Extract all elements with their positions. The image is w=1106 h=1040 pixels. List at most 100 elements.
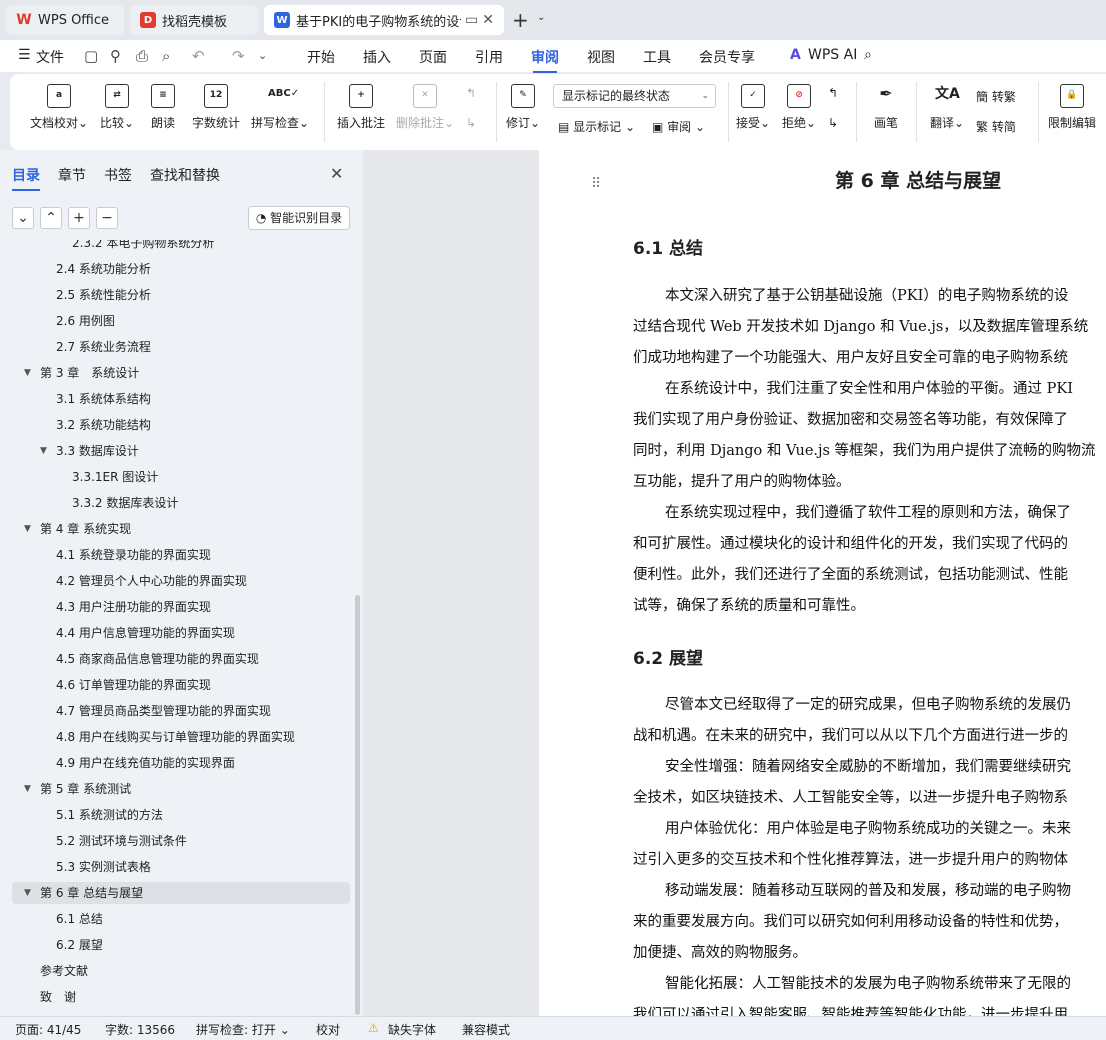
toc-scrollbar[interactable] <box>355 595 360 1015</box>
menu-file[interactable]: 文件 <box>36 47 64 67</box>
review-pane-button[interactable]: ▣ 审阅 ⌄ <box>652 118 705 135</box>
menu-tab-reference[interactable]: 引用 <box>475 47 503 67</box>
toc-item[interactable]: 4.8 用户在线购买与订单管理功能的界面实现 <box>12 726 350 748</box>
doc-check-button[interactable]: a 文档校对⌄ <box>30 84 88 131</box>
save-icon[interactable]: ▢ <box>84 47 98 65</box>
toc-item[interactable]: 4.3 用户注册功能的界面实现 <box>12 596 350 618</box>
toc-item[interactable]: ▼ 第 6 章 总结与展望 <box>12 882 350 904</box>
next-comment-icon[interactable]: ↳ <box>466 116 476 130</box>
add-level-button[interactable]: + <box>68 207 90 229</box>
redo-icon[interactable]: ↷ <box>232 47 245 65</box>
quick-access-more-icon[interactable]: ⌄ <box>258 49 267 62</box>
monitor-icon[interactable]: ▭ <box>465 12 478 28</box>
side-tab-bookmarks[interactable]: 书签 <box>104 165 132 185</box>
toc-item[interactable]: 2.3.2 本电子购物系统分析 <box>12 240 350 254</box>
toc-item[interactable]: 2.6 用例图 <box>12 310 350 332</box>
restrict-editing-button[interactable]: 🔒 限制编辑 <box>1048 84 1096 131</box>
close-icon[interactable]: ✕ <box>330 164 343 183</box>
toc-item[interactable]: 2.5 系统性能分析 <box>12 284 350 306</box>
toc-item[interactable]: 4.5 商家商品信息管理功能的界面实现 <box>12 648 350 670</box>
toc-item[interactable]: 2.4 系统功能分析 <box>12 258 350 280</box>
show-markup-button[interactable]: ▤ 显示标记 ⌄ <box>558 118 635 135</box>
toc-item[interactable]: ▼ 第 5 章 系统测试 <box>12 778 350 800</box>
toc-item[interactable]: 参考文献 <box>12 960 350 982</box>
chevron-down-icon[interactable]: ⌄ <box>537 12 545 23</box>
menu-wps-ai[interactable]: WPS AI <box>808 47 857 63</box>
expand-caret-icon[interactable]: ▼ <box>24 778 31 800</box>
remove-level-button[interactable]: − <box>96 207 118 229</box>
expand-caret-icon[interactable]: ▼ <box>24 362 31 384</box>
word-count-button[interactable]: 12 字数统计 <box>192 84 240 131</box>
menu-tab-review[interactable]: 审阅 <box>531 47 559 73</box>
hamburger-icon[interactable]: ☰ <box>18 47 31 63</box>
expand-caret-icon[interactable]: ▼ <box>24 518 31 540</box>
spell-check-button[interactable]: ABC✓ 拼写检查⌄ <box>251 84 309 131</box>
toc-item[interactable]: ▼ 第 3 章 系统设计 <box>12 362 350 384</box>
side-tab-sections[interactable]: 章节 <box>58 165 86 185</box>
toc-item[interactable]: 4.4 用户信息管理功能的界面实现 <box>12 622 350 644</box>
toc-item[interactable]: 3.2 系统功能结构 <box>12 414 350 436</box>
tab-document[interactable]: W 基于PKI的电子购物系统的设计 ▭ ✕ <box>264 5 504 35</box>
toc-item[interactable]: 2.7 系统业务流程 <box>12 336 350 358</box>
menu-tab-tools[interactable]: 工具 <box>643 47 671 67</box>
side-tab-toc[interactable]: 目录 <box>12 165 40 191</box>
search-icon[interactable]: ⌕ <box>864 47 872 63</box>
toc-item[interactable]: 5.2 测试环境与测试条件 <box>12 830 350 852</box>
toc-item[interactable]: 6.1 总结 <box>12 908 350 930</box>
page-indicator[interactable]: 页面: 41/45 <box>15 1021 81 1038</box>
tab-wps-office[interactable]: W WPS Office <box>6 5 124 35</box>
menu-tab-view[interactable]: 视图 <box>587 47 615 67</box>
accept-button[interactable]: ✓ 接受⌄ <box>736 84 770 131</box>
collapse-up-button[interactable]: ⌃ <box>40 207 62 229</box>
menu-tab-member[interactable]: 会员专享 <box>699 47 755 67</box>
expand-caret-icon[interactable]: ▼ <box>24 882 31 904</box>
toc-item[interactable]: 3.3.1ER 图设计 <box>12 466 350 488</box>
close-tab-icon[interactable]: ✕ <box>482 12 494 28</box>
compare-button[interactable]: ⇄ 比较⌄ <box>100 84 134 131</box>
translate-button[interactable]: 文A 翻译⌄ <box>930 84 964 131</box>
toc-item[interactable]: 4.1 系统登录功能的界面实现 <box>12 544 350 566</box>
toc-item[interactable]: 4.2 管理员个人中心功能的界面实现 <box>12 570 350 592</box>
print-preview-icon[interactable]: ⌕ <box>162 47 170 65</box>
markup-mode-select[interactable]: 显示标记的最终状态 ⌄ <box>553 84 716 108</box>
menu-tab-page[interactable]: 页面 <box>419 47 447 67</box>
toc-item[interactable]: ▼ 3.3 数据库设计 <box>12 440 350 462</box>
pen-button[interactable]: ✒ 画笔 <box>874 84 898 131</box>
smart-toc-button[interactable]: ◔ 智能识别目录 <box>248 206 350 230</box>
menu-tab-insert[interactable]: 插入 <box>363 47 391 67</box>
expand-caret-icon[interactable]: ▼ <box>40 440 47 462</box>
delete-comment-button[interactable]: ✕ 删除批注⌄ <box>396 84 454 131</box>
missing-font-status[interactable]: 缺失字体 <box>388 1021 436 1038</box>
toc-item[interactable]: 4.6 订单管理功能的界面实现 <box>12 674 350 696</box>
print-icon[interactable]: ⎙ <box>136 47 148 65</box>
toc-item[interactable]: 3.1 系统体系结构 <box>12 388 350 410</box>
proofread-status[interactable]: 校对 <box>316 1021 340 1038</box>
toc-item[interactable]: 5.3 实例测试表格 <box>12 856 350 878</box>
share-icon[interactable]: ⚲ <box>110 47 121 65</box>
toc-item[interactable]: 5.1 系统测试的方法 <box>12 804 350 826</box>
reject-button[interactable]: ⊘ 拒绝⌄ <box>782 84 816 131</box>
tab-template[interactable]: D 找稻壳模板 <box>130 5 258 35</box>
prev-comment-icon[interactable]: ↰ <box>466 86 476 100</box>
toc-item[interactable]: 6.2 展望 <box>12 934 350 956</box>
next-change-icon[interactable]: ↳ <box>828 116 838 130</box>
toc-item[interactable]: ▼ 第 4 章 系统实现 <box>12 518 350 540</box>
expand-down-button[interactable]: ⌄ <box>12 207 34 229</box>
undo-icon[interactable]: ↶ <box>192 47 205 65</box>
spell-check-status[interactable]: 拼写检查: 打开 ⌄ <box>196 1021 290 1038</box>
document-page[interactable]: ⠿ 第 6 章 总结与展望 6.1 总结 本文深入研究了基于公钥基础设施（PKI… <box>539 150 1106 1016</box>
drag-handle-icon[interactable]: ⠿ <box>591 176 601 192</box>
track-changes-button[interactable]: ✎ 修订⌄ <box>506 84 540 131</box>
side-tab-find-replace[interactable]: 查找和替换 <box>150 165 220 185</box>
toc-item[interactable]: 致 谢 <box>12 986 350 1008</box>
menu-tab-home[interactable]: 开始 <box>307 47 335 67</box>
prev-change-icon[interactable]: ↰ <box>828 86 838 100</box>
toc-item[interactable]: 3.3.2 数据库表设计 <box>12 492 350 514</box>
to-traditional-button[interactable]: 簡 转繁 <box>976 88 1016 105</box>
new-tab-plus-icon[interactable]: + <box>512 8 529 32</box>
word-count-indicator[interactable]: 字数: 13566 <box>105 1021 175 1038</box>
to-simplified-button[interactable]: 繁 转简 <box>976 118 1016 135</box>
insert-comment-button[interactable]: + 插入批注 <box>337 84 385 131</box>
read-aloud-button[interactable]: ≡ 朗读 <box>151 84 175 131</box>
compat-mode-status[interactable]: 兼容模式 <box>462 1021 510 1038</box>
